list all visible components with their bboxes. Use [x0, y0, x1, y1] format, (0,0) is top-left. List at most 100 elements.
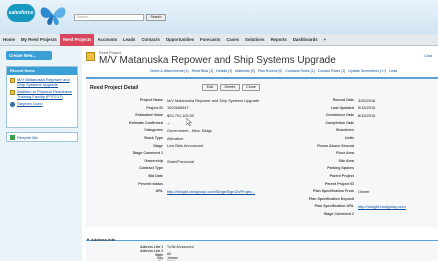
field-label: Units: [345, 136, 354, 140]
project-icon: [86, 52, 95, 61]
field-label: Last Updated: [331, 105, 354, 110]
field-label: Ownership: [144, 158, 163, 163]
field-label: Bid Date: [148, 174, 163, 178]
field-label: Record Date: [332, 98, 354, 102]
field-label: Project ID: [146, 105, 163, 110]
related-list-link[interactable]: Plan Rooms [0]: [258, 69, 283, 73]
field-label: Stock Type: [144, 136, 163, 140]
field-label: Stage Comment 1: [132, 151, 163, 156]
butterfly-icon: [40, 7, 66, 25]
tab-opportunities[interactable]: Opportunities: [163, 34, 197, 46]
user-icon: [10, 102, 15, 107]
tab-cases[interactable]: Cases: [223, 34, 242, 46]
project-icon: [10, 90, 15, 95]
field-label: Plan Specification URL: [314, 204, 354, 209]
tab-dashboards[interactable]: Dashboards: [290, 34, 321, 46]
field-label: Estimated Value: [135, 113, 163, 118]
related-list-link[interactable]: Contact Roles [1]: [318, 69, 346, 73]
clone-button[interactable]: Clone: [242, 84, 260, 91]
related-list-link[interactable]: Notes & Attachments [1]: [150, 69, 189, 73]
tab-[interactable]: +: [321, 34, 330, 46]
tab-accounts[interactable]: Accounts: [94, 34, 120, 46]
recycle-bin-link[interactable]: Recycle Bin: [6, 132, 78, 142]
field-label: Categories: [144, 128, 163, 133]
sidebar: Create New... Recent Items M/V Matanuska…: [0, 46, 82, 261]
edit-button[interactable]: Edit: [202, 84, 218, 91]
related-list-links: Notes & Attachments [1] Reed Bids [1] Deta…: [150, 69, 438, 73]
field-value: State/Provincial: [167, 158, 195, 164]
field-value: 8/15/2016: [358, 112, 376, 118]
field-value: ✓: [167, 120, 171, 126]
field-label: Commence Date: [325, 113, 354, 118]
tab-solutions[interactable]: Solutions: [242, 34, 268, 46]
field-value: 1002685947: [167, 105, 189, 111]
field-label: Contract Type: [139, 166, 163, 171]
recycle-bin-label: Recycle Bin: [17, 134, 39, 140]
customize-page-link[interactable]: Cust: [424, 54, 432, 58]
recent-items-title: Recent Items: [7, 67, 77, 75]
field-label: Floor Area: [336, 151, 354, 156]
search-button[interactable]: Search: [146, 14, 166, 21]
field-value: To Be Announced: [167, 244, 194, 249]
detail-title: Reed Project Detail: [90, 85, 139, 91]
tab-contacts[interactable]: Contacts: [138, 34, 162, 46]
delete-button[interactable]: Delete: [220, 84, 240, 91]
recent-item[interactable]: Stephen Dunn: [7, 99, 77, 107]
field-value: 5/18/2016: [358, 105, 376, 111]
field-label: Plan Specification From: [313, 189, 354, 194]
tab-bar: Home My Reed Projects Reed Projects Account…: [0, 34, 438, 46]
field-value: M/V Matanuska Repower and Ship Systems U…: [167, 97, 260, 103]
field-label: Estimate Confirmed: [129, 120, 163, 125]
tab-reports[interactable]: Reports: [268, 34, 290, 46]
related-list-link[interactable]: Reed Bids [1]: [192, 69, 214, 73]
field-label: Structures: [336, 128, 354, 133]
recent-item[interactable]: Addition to Physical Readiness Training …: [7, 87, 77, 99]
field-label: Percent status: [138, 181, 163, 186]
recent-item-label[interactable]: Addition to Physical Readiness Training …: [17, 89, 75, 99]
field-label: Stage Comment 2: [323, 212, 354, 216]
field-label: Completion Date: [325, 120, 354, 125]
address-section: ▼ Address Info Address Line 1 To Be Announ…: [86, 237, 438, 261]
tab-reed-projects[interactable]: Reed Projects: [59, 34, 95, 46]
field-label: Parking Spaces: [327, 166, 354, 171]
field-label: URL: [155, 189, 163, 194]
address-section-title[interactable]: ▼ Address Info: [86, 237, 115, 242]
search-input[interactable]: Search...: [74, 14, 144, 21]
detail-section: Reed Project Detail Edit Delete Clone Pr…: [86, 77, 438, 227]
tab-my-reed-projects[interactable]: My Reed Projects: [18, 34, 60, 46]
field-label: Stage: [153, 143, 163, 148]
related-list-link[interactable]: Lead: [389, 69, 397, 73]
field-value: Government - Misc. Bldgs: [167, 128, 212, 134]
app-header: salesforce Search... Search: [0, 0, 438, 34]
mouse-cursor-icon: [186, 118, 192, 126]
field-link[interactable]: http://insight.cmdgroup.com/SingleSignOn…: [167, 189, 255, 194]
recent-item-label[interactable]: Stephen Dunn: [17, 101, 43, 107]
related-list-link[interactable]: Update Summaries [1+]: [348, 69, 386, 73]
salesforce-logo[interactable]: salesforce: [7, 4, 35, 22]
field-value: Alteration: [167, 135, 184, 141]
field-label: Floors Above Ground: [317, 143, 354, 148]
tab-forecasts[interactable]: Forecasts: [197, 34, 223, 46]
field-value: 3/25/2016: [358, 97, 376, 103]
field-label: Parent Project ID: [325, 181, 354, 186]
related-list-link[interactable]: Contacts Roles [1]: [285, 69, 314, 73]
recycle-bin-icon: [10, 134, 15, 140]
main-content: Reed Project M/V Matanuska Repower and S…: [82, 46, 438, 261]
field-label: Plan Specification Deposit: [308, 196, 354, 201]
field-label: Site Area: [338, 158, 354, 163]
related-list-link[interactable]: Details [1]: [216, 69, 232, 73]
field-value: Owner: [358, 188, 370, 194]
recent-item-label[interactable]: M/V Matanuska Repower and Ship Systems U…: [17, 77, 75, 87]
field-link[interactable]: http://insight.cmdgroup.com: [358, 204, 406, 209]
project-icon: [10, 78, 15, 83]
create-new-button[interactable]: Create New...: [6, 51, 52, 60]
recent-item[interactable]: M/V Matanuska Repower and Ship Systems U…: [7, 75, 77, 87]
field-label: Project Name: [140, 98, 163, 102]
related-list-link[interactable]: Materials [0]: [235, 69, 255, 73]
tab-home[interactable]: Home: [0, 34, 18, 46]
page-body: Create New... Recent Items M/V Matanuska…: [0, 46, 438, 261]
recent-items-panel: Recent Items M/V Matanuska Repower and S…: [6, 66, 78, 128]
tab-leads[interactable]: Leads: [120, 34, 138, 46]
page-title: M/V Matanuska Repower and Ship Systems U…: [99, 55, 336, 66]
field-value: Low Bids Announced: [167, 143, 204, 149]
